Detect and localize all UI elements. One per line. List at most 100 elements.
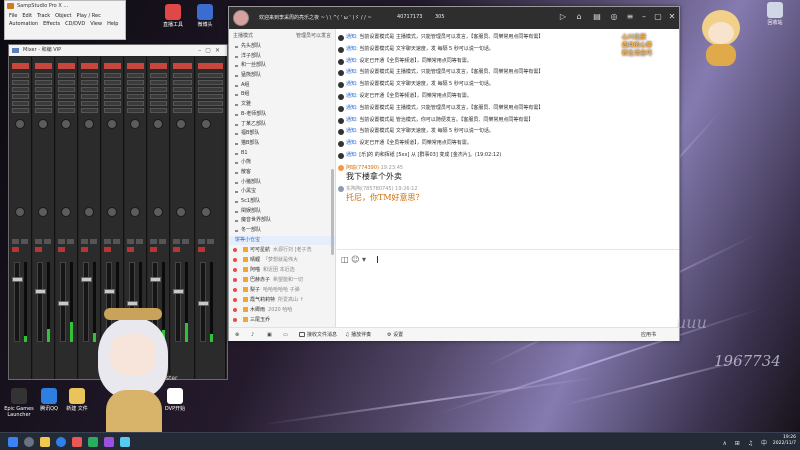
mute-button[interactable] (58, 239, 65, 244)
fx-slot[interactable] (198, 101, 223, 106)
fx-slot[interactable] (104, 101, 121, 106)
fx-slot[interactable] (58, 101, 75, 106)
fx-slot[interactable] (35, 73, 52, 78)
qq-group-chat-window[interactable]: 欢迎来到李采周的亮乐之夜 ~ \ \ ^( ' ω ' )ゞ / / ~ 407… (228, 6, 680, 341)
group-item[interactable]: 魔音世界部队 (229, 216, 335, 226)
solo-button[interactable] (113, 239, 120, 244)
group-item[interactable]: 洋子部队 (229, 52, 335, 62)
search-icon[interactable] (24, 437, 34, 447)
fx-slot[interactable] (127, 73, 144, 78)
sender-name[interactable]: 阿瑜(774390) (346, 165, 379, 171)
mute-button[interactable] (12, 239, 19, 244)
group-item[interactable]: 小猪部队 (229, 178, 335, 188)
pan-knob[interactable] (107, 119, 117, 129)
menu-cd-dvd[interactable]: CD/DVD (65, 20, 85, 28)
fx-slot[interactable] (58, 73, 75, 78)
message-input-area[interactable]: ◫ ☺ ▾ ↵ ☺ ▾ (337, 249, 679, 339)
sender-name[interactable]: 东陶陶(785780745) (346, 186, 394, 192)
volume-fader-handle[interactable] (173, 289, 184, 294)
group-avatar[interactable] (233, 10, 249, 26)
fx-slot[interactable] (35, 101, 52, 106)
fx-slot[interactable] (12, 80, 29, 85)
mute-button[interactable] (81, 239, 88, 244)
minimize-icon[interactable]: – (639, 12, 649, 22)
daw-window[interactable]: SampStudio Pro X ... File Edit Track Obj… (4, 0, 126, 40)
volume-fader-handle[interactable] (198, 301, 209, 306)
pan-knob[interactable] (38, 119, 48, 129)
desktop-icon-weibo[interactable]: 微博头 (190, 4, 220, 28)
fx-slot[interactable] (81, 94, 98, 99)
group-item[interactable]: 先头部队 (229, 42, 335, 52)
group-item[interactable]: 文雅 (229, 100, 335, 110)
group-item[interactable]: 5c1部队 (229, 197, 335, 207)
fx-slot[interactable] (35, 94, 52, 99)
send-knob[interactable] (201, 207, 211, 217)
fx-slot[interactable] (81, 108, 98, 113)
group-item[interactable]: 小熊 (229, 158, 335, 168)
fx-slot[interactable] (198, 80, 223, 85)
fx-slot[interactable] (104, 73, 121, 78)
fx-slot[interactable] (198, 87, 223, 92)
send-knob[interactable] (107, 207, 117, 217)
fx-slot[interactable] (35, 87, 52, 92)
member-item[interactable]: 巴赫赤子 希望能和一切 (229, 275, 335, 285)
record-arm-button[interactable] (12, 247, 19, 252)
record-arm-button[interactable] (198, 247, 205, 252)
daw-title-bar[interactable]: SampStudio Pro X ... (5, 1, 125, 11)
member-item[interactable]: 霞气莉莉特 所爱高山 ↑ (229, 295, 335, 305)
settings-button[interactable]: ⚙ 设置 (387, 328, 403, 342)
qq-taskbar-icon[interactable] (120, 437, 130, 447)
desktop-icon-recycle-bin[interactable]: 回收站 (760, 2, 790, 26)
group-item[interactable]: B1 (229, 149, 335, 159)
menu-view[interactable]: View (90, 20, 102, 28)
mic-icon[interactable]: ⊗ (235, 328, 239, 342)
fx-slot[interactable] (127, 101, 144, 106)
group-item[interactable]: 散客 (229, 168, 335, 178)
sender-avatar[interactable] (338, 185, 344, 192)
group-item[interactable]: 閏娱部队 (229, 207, 335, 217)
fx-slot[interactable] (198, 108, 223, 113)
menu-help[interactable]: Help (107, 20, 118, 28)
mute-button[interactable] (173, 239, 180, 244)
record-button[interactable]: 接收文件消息 (299, 328, 337, 342)
fx-slot[interactable] (81, 101, 98, 106)
solo-button[interactable] (44, 239, 51, 244)
record-arm-button[interactable] (173, 247, 180, 252)
menu-edit[interactable]: Edit (22, 12, 32, 20)
start-icon[interactable] (8, 437, 18, 447)
window-controls[interactable]: –▢✕ (198, 45, 224, 56)
fx-slot[interactable] (127, 94, 144, 99)
home-icon[interactable]: ⌂ (574, 12, 584, 22)
group-item[interactable]: 猛熊部队 (229, 71, 335, 81)
send-knob[interactable] (176, 207, 186, 217)
maximize-icon[interactable]: ▢ (653, 12, 663, 22)
pan-knob[interactable] (61, 119, 71, 129)
app-icon-2[interactable] (88, 437, 98, 447)
music-button[interactable]: ♫ 播放伴奏 (345, 328, 371, 342)
fx-slot[interactable] (173, 80, 192, 85)
fx-slot[interactable] (150, 108, 167, 113)
record-arm-button[interactable] (127, 247, 134, 252)
member-item[interactable]: 木卿雨 2020 哈哈 (229, 305, 335, 315)
fx-slot[interactable] (12, 73, 29, 78)
fx-slot[interactable] (12, 87, 29, 92)
mute-button[interactable] (104, 239, 111, 244)
record-arm-button[interactable] (58, 247, 65, 252)
fx-slot[interactable] (104, 87, 121, 92)
menu-file[interactable]: File (9, 12, 17, 20)
member-item[interactable]: 阿喵 和近团 本近选 (229, 265, 335, 275)
desktop-icon-stream-tool[interactable]: 直播工具 (158, 4, 188, 28)
fx-slot[interactable] (150, 80, 167, 85)
fx-slot[interactable] (127, 80, 144, 85)
fx-slot[interactable] (150, 87, 167, 92)
game-icon[interactable]: ◎ (609, 12, 619, 22)
send-knob[interactable] (15, 207, 25, 217)
file-explorer-icon[interactable] (40, 437, 50, 447)
solo-button[interactable] (182, 239, 189, 244)
group-item[interactable]: A组 (229, 81, 335, 91)
fx-slot[interactable] (81, 73, 98, 78)
mute-button[interactable] (198, 239, 205, 244)
fx-slot[interactable] (58, 80, 75, 85)
fx-slot[interactable] (58, 87, 75, 92)
app-icon-1[interactable] (72, 437, 82, 447)
